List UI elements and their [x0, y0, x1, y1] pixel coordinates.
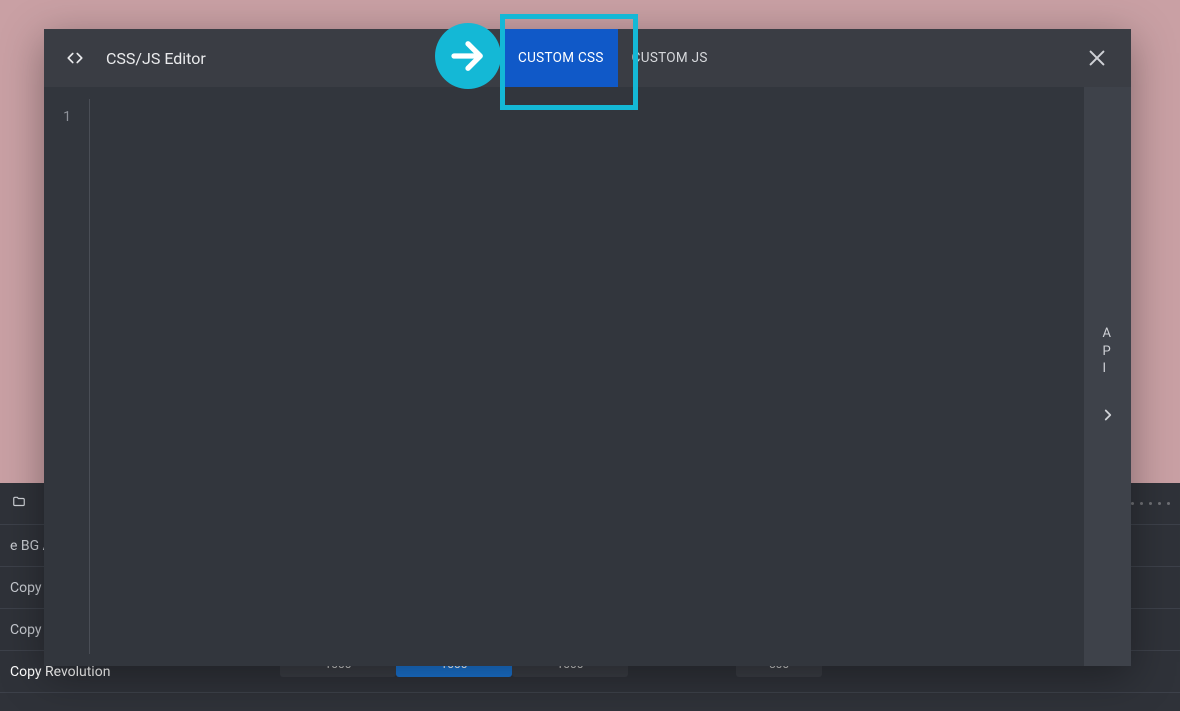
layer-label: Copy [10, 580, 42, 596]
layer-label: Copy [10, 622, 42, 638]
api-panel-label: API [1103, 325, 1113, 378]
line-number: 1 [44, 109, 90, 125]
api-expand-button[interactable] [1099, 406, 1117, 428]
tab-custom-js[interactable]: CUSTOM JS [618, 29, 722, 87]
api-side-panel: API [1084, 87, 1131, 666]
modal-title: CSS/JS Editor [106, 49, 206, 68]
code-textarea[interactable] [90, 87, 1084, 666]
editor-gutter: 1 [44, 87, 90, 666]
modal-tabs: CUSTOM CSS CUSTOM JS [504, 29, 722, 87]
chevron-right-icon [1099, 406, 1117, 424]
close-icon [1086, 47, 1108, 69]
code-icon [64, 49, 86, 67]
modal-header: CSS/JS Editor CUSTOM CSS CUSTOM JS [44, 29, 1131, 87]
css-js-editor-modal: CSS/JS Editor CUSTOM CSS CUSTOM JS 1 API [44, 29, 1131, 666]
editor-body: 1 [44, 87, 1084, 666]
tab-custom-css[interactable]: CUSTOM CSS [504, 29, 618, 87]
close-button[interactable] [1077, 29, 1117, 87]
toolbar-dots-icon [1131, 502, 1170, 505]
folder-icon[interactable] [10, 495, 28, 513]
